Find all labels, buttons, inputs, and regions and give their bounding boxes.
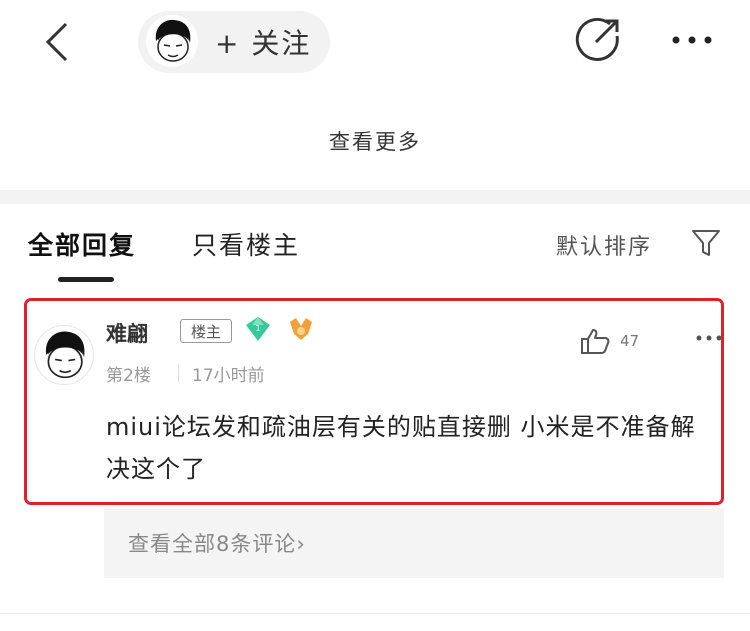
view-all-replies-link[interactable]: 查看全部8条评论›: [128, 528, 306, 558]
active-tab-indicator: [58, 277, 114, 282]
filter-icon[interactable]: [690, 228, 722, 258]
section-divider: [0, 190, 750, 204]
author-avatar[interactable]: [146, 15, 198, 67]
divider: [0, 613, 750, 614]
chevron-left-icon[interactable]: [38, 20, 78, 64]
tab-op-only[interactable]: 只看楼主: [192, 226, 300, 262]
view-more-link[interactable]: 查看更多: [0, 126, 750, 156]
more-dots-icon[interactable]: [668, 20, 716, 60]
highlight-box: [24, 298, 724, 505]
share-icon[interactable]: [574, 14, 624, 64]
cartoon-face-icon: [155, 19, 191, 62]
follow-label[interactable]: + 关注: [215, 22, 311, 62]
sort-selector[interactable]: 默认排序: [556, 229, 652, 261]
tab-all-replies[interactable]: 全部回复: [28, 226, 136, 262]
